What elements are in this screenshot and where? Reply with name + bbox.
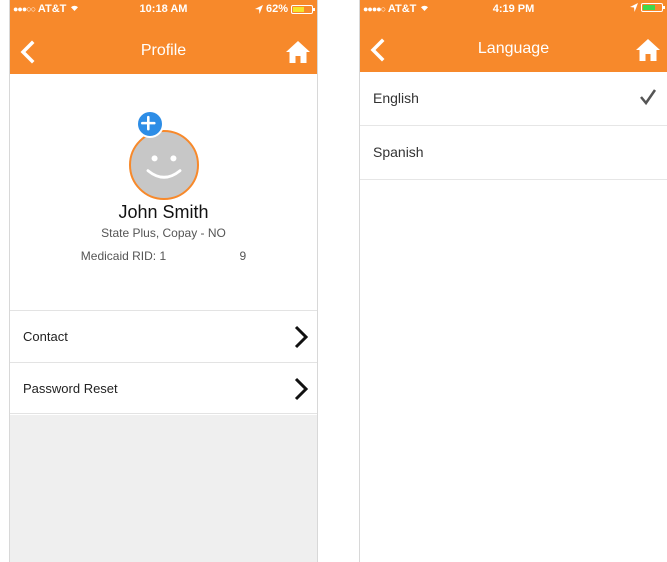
- language-option-spanish[interactable]: Spanish: [360, 126, 667, 180]
- status-right: [630, 3, 665, 12]
- checkmark-icon: [640, 89, 657, 106]
- home-button[interactable]: [285, 40, 311, 64]
- profile-card: John Smith State Plus, Copay - NO Medica…: [10, 74, 317, 310]
- chevron-right-icon: [294, 325, 309, 349]
- language-option-english[interactable]: English: [360, 72, 667, 126]
- chevron-right-icon: [294, 377, 309, 401]
- password-reset-row[interactable]: Password Reset: [10, 362, 317, 414]
- rid-suffix: 9: [239, 249, 247, 263]
- user-plan: State Plus, Copay - NO: [101, 226, 226, 240]
- contact-row[interactable]: Contact: [10, 310, 317, 362]
- profile-screen: ●●●○○ AT&T 10:18 AM 62% Profile John Smi…: [9, 0, 318, 562]
- page-title: Profile: [140, 42, 187, 59]
- location-icon: [630, 3, 638, 12]
- location-icon: [254, 4, 263, 14]
- language-label: English: [373, 90, 419, 106]
- medicaid-rid: Medicaid RID: 1 9: [10, 249, 317, 263]
- rid-label: Medicaid RID: 1: [80, 249, 167, 263]
- password-reset-label: Password Reset: [23, 381, 118, 396]
- nav-bar: ●●●●○ AT&T 4:19 PM Language: [360, 0, 667, 72]
- status-bar: ●●●○○ AT&T 10:18 AM 62%: [10, 0, 317, 20]
- add-photo-button[interactable]: [136, 110, 164, 138]
- home-button[interactable]: [635, 38, 661, 62]
- language-screen: ●●●●○ AT&T 4:19 PM Language English Span…: [359, 0, 667, 562]
- status-time: 4:19 PM: [492, 3, 535, 15]
- battery-percent: 62%: [265, 3, 288, 15]
- battery-icon: [291, 4, 315, 14]
- add-photo-icon: [141, 115, 156, 131]
- empty-area: [10, 415, 317, 562]
- battery-icon: [641, 3, 665, 12]
- contact-label: Contact: [23, 329, 68, 344]
- avatar: [129, 130, 199, 200]
- language-label: Spanish: [373, 144, 424, 160]
- home-icon: [286, 41, 310, 63]
- status-bar: ●●●●○ AT&T 4:19 PM: [360, 0, 667, 20]
- nav-bar: ●●●○○ AT&T 10:18 AM 62% Profile: [10, 0, 317, 74]
- home-icon: [636, 39, 660, 61]
- status-right: 62%: [254, 3, 315, 15]
- user-name: John Smith: [118, 202, 209, 222]
- page-title: Language: [477, 40, 550, 57]
